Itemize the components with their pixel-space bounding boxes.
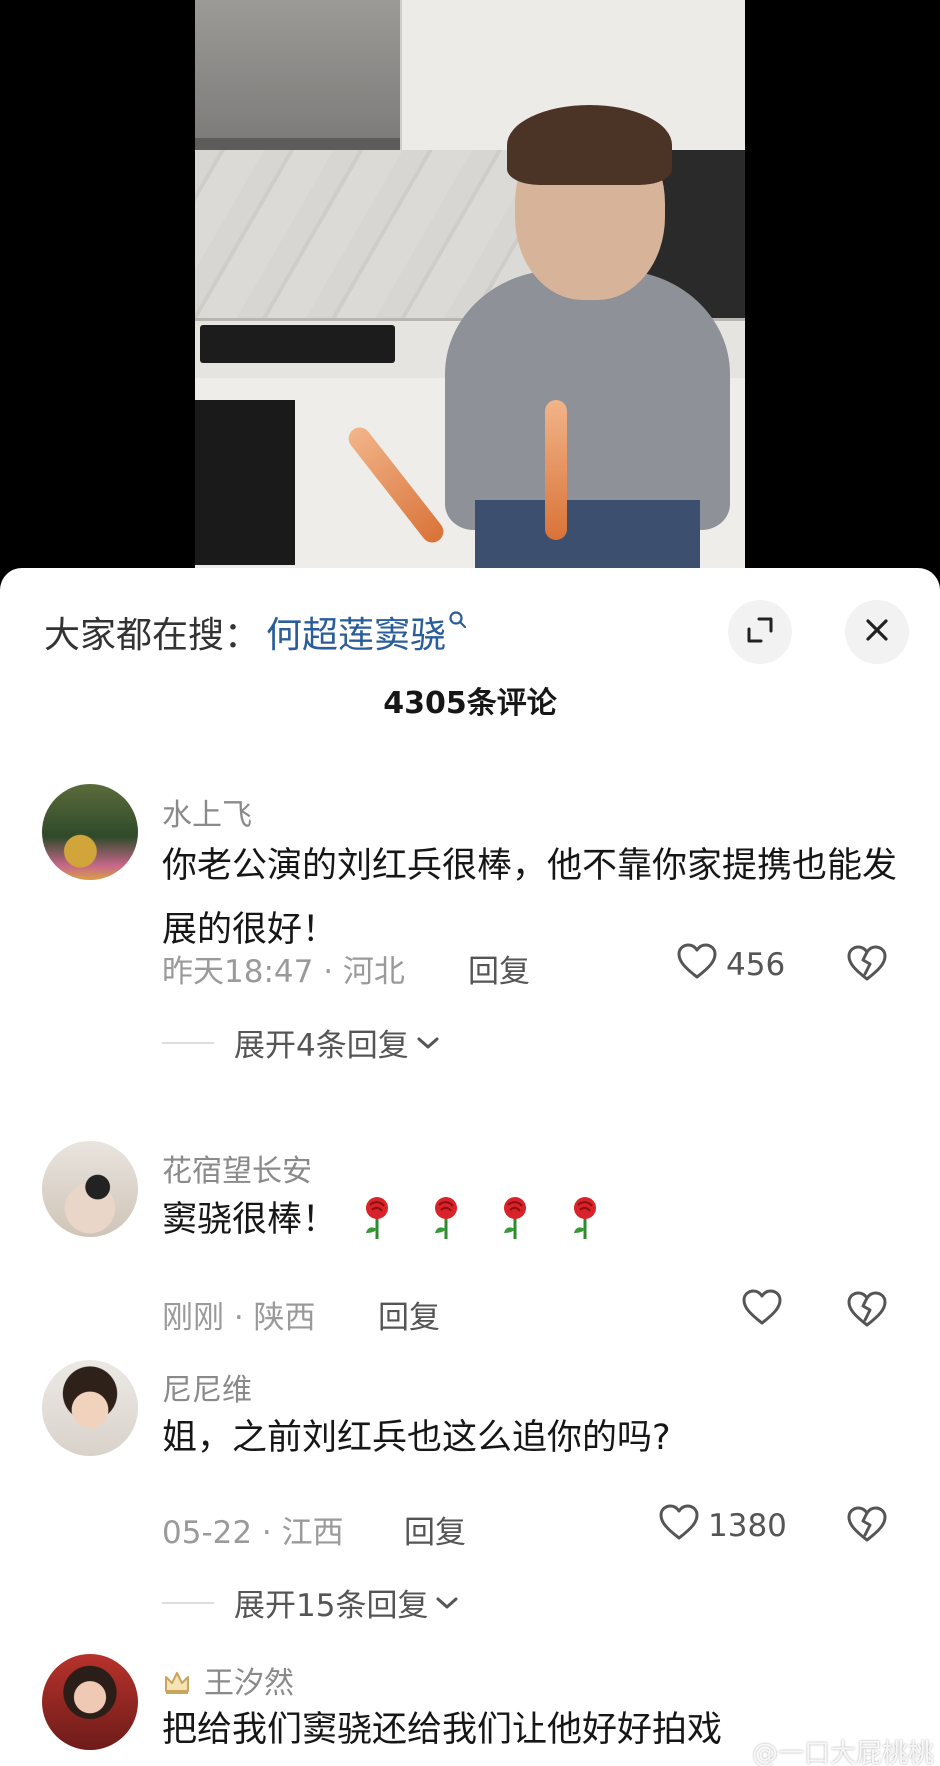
comment-count: 4305条评论 [383,686,557,721]
heart-icon [741,1288,791,1334]
expand-button[interactable] [728,600,792,664]
video-player[interactable] [0,0,940,585]
oven [195,400,295,565]
heart-icon [658,1503,708,1549]
person [445,270,730,530]
dislike-button[interactable] [846,944,888,986]
trending-search: 大家都在搜： 何超莲窦骁 [44,602,468,662]
watermark: @一口大屁桃桃 [752,1739,935,1766]
cooktop [200,325,395,363]
comment-username-row[interactable]: 王汐然 [162,1658,294,1702]
dislike-button[interactable] [846,1290,888,1332]
avatar[interactable] [42,1360,138,1456]
rose-emoji [570,1195,600,1241]
reply-button[interactable]: 回复 [468,946,530,991]
expand-replies-label: 展开15条回复 [234,1588,429,1624]
comments-sheet: 大家都在搜： 何超莲窦骁 4305条评论 水上飞 你老公演的刘红兵很棒，他不靠你… [0,568,940,1766]
expand-icon [745,615,775,649]
video-frame [195,0,745,585]
dislike-button[interactable] [846,1505,888,1547]
comment-time-location: 05-22 · 江西 [162,1515,344,1551]
avatar[interactable] [42,1654,138,1750]
comment-username[interactable]: 尼尼维 [162,1365,252,1409]
rose-emoji [431,1195,461,1241]
reply-button[interactable]: 回复 [404,1507,466,1552]
like-button[interactable] [741,1288,791,1334]
comment-username: 王汐然 [204,1666,294,1701]
like-button[interactable]: 456 [676,942,785,988]
like-button[interactable]: 1380 [658,1503,787,1549]
rose-emoji [500,1195,530,1241]
comment-username[interactable]: 花宿望长安 [162,1146,312,1190]
comment-text: 姐，之前刘红兵也这么追你的吗? [162,1418,671,1458]
crown-badge-icon [162,1667,192,1697]
expand-replies-button[interactable]: 展开4条回复 [162,1020,441,1065]
like-count: 1380 [708,1508,787,1544]
close-button[interactable] [845,600,909,664]
reply-button[interactable]: 回复 [378,1292,440,1337]
chevron-down-icon [428,1585,460,1621]
chevron-down-icon [409,1025,441,1061]
rose-emoji [362,1195,392,1241]
expand-replies-button[interactable]: 展开15条回复 [162,1580,460,1625]
expand-replies-label: 展开4条回复 [234,1028,409,1064]
comment-username[interactable]: 水上飞 [162,790,252,834]
like-count: 456 [726,947,786,983]
avatar[interactable] [42,784,138,880]
comment-text: 你老公演的刘红兵很棒，他不靠你家提携也能发展的很好！ [162,846,898,950]
trending-search-link[interactable]: 何超莲窦骁 [266,606,446,658]
broken-heart-icon [846,945,888,986]
range-hood [195,0,400,150]
search-icon[interactable] [448,610,468,630]
comment-time-location: 昨天18:47 · 河北 [162,954,405,990]
heart-icon [676,942,726,988]
comment-text: 窦骁很棒！ [162,1188,897,1252]
broken-heart-icon [846,1291,888,1332]
comment-time-location: 刚刚 · 陕西 [162,1300,316,1336]
avatar[interactable] [42,1141,138,1237]
trending-search-label: 大家都在搜： [44,615,261,656]
shrimp [545,400,567,540]
close-icon [863,616,891,648]
broken-heart-icon [846,1506,888,1547]
